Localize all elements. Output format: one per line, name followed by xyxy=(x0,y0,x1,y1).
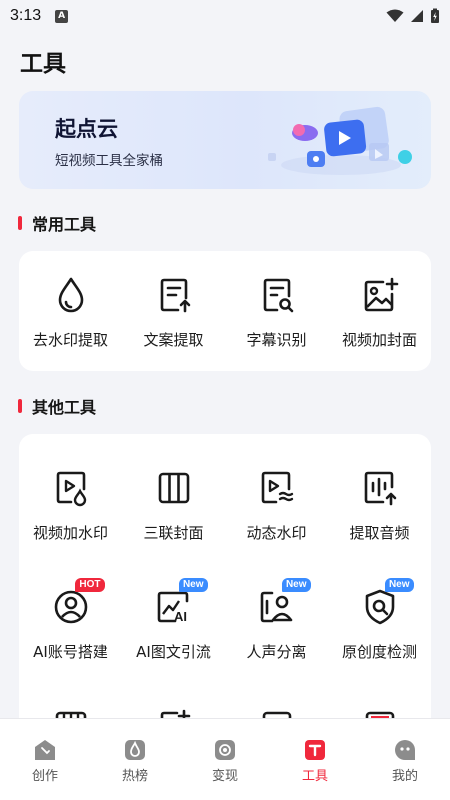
section-marker xyxy=(18,216,22,230)
video-wave-icon xyxy=(257,468,297,508)
signal-icon xyxy=(411,10,423,22)
tool-label: 提取音频 xyxy=(349,524,410,542)
tab-label: 创作 xyxy=(31,769,58,784)
status-time: 3:13 xyxy=(10,7,42,24)
tool-extract-audio[interactable]: 提取音频 xyxy=(328,468,431,543)
section-header-other: 其他工具 xyxy=(18,394,96,418)
tool-copy-extract[interactable]: 文案提取 xyxy=(122,275,225,350)
coin-icon xyxy=(214,739,236,761)
bottom-tab-bar: 创作 热榜 变现 工具 我的 xyxy=(0,718,450,800)
voice-separate-icon: New xyxy=(257,578,311,627)
shield-search-icon: New xyxy=(360,578,414,627)
promo-banner[interactable]: 起点云 短视频工具全家桶 xyxy=(19,91,431,189)
tool-label: AI图文引流 xyxy=(136,643,211,661)
tool-label: 字幕识别 xyxy=(246,331,307,349)
account-icon: HOT xyxy=(51,578,105,627)
ai-chart-icon: AI New xyxy=(154,578,208,627)
tab-profile[interactable]: 我的 xyxy=(360,719,450,800)
tool-label: 原创度检测 xyxy=(341,643,417,661)
tool-label: AI账号搭建 xyxy=(33,643,108,661)
tool-label: 文案提取 xyxy=(143,331,204,349)
tools-icon xyxy=(304,739,326,761)
tool-label: 视频加封面 xyxy=(341,331,417,349)
new-tag: New xyxy=(384,578,414,592)
new-tag: New xyxy=(281,578,311,592)
droplet-icon xyxy=(51,275,91,315)
tool-label: 动态水印 xyxy=(246,524,307,542)
tool-originality-check[interactable]: New 原创度检测 xyxy=(328,578,431,662)
section-title-common: 常用工具 xyxy=(32,215,97,234)
tool-label: 人声分离 xyxy=(246,643,307,661)
svg-text:AI: AI xyxy=(174,609,187,624)
page-title: 工具 xyxy=(20,51,66,77)
tool-dynamic-watermark[interactable]: 动态水印 xyxy=(225,468,328,543)
tool-triptych-cover[interactable]: 三联封面 xyxy=(122,468,225,543)
profile-icon xyxy=(394,739,416,761)
other-tools-card: 视频加水印 三联封面 动态水印 提取音频 HOT AI账号搭建 AI New A… xyxy=(19,434,431,734)
video-droplet-icon xyxy=(51,468,91,508)
document-search-icon xyxy=(257,275,297,315)
notification-icon: A xyxy=(55,9,69,23)
wifi-icon xyxy=(386,9,404,22)
tool-subtitle-recognition[interactable]: 字幕识别 xyxy=(225,275,328,350)
common-tools-card: 去水印提取 文案提取 字幕识别 视频加封面 xyxy=(19,251,431,371)
tab-label: 工具 xyxy=(301,769,328,784)
section-title-other: 其他工具 xyxy=(32,398,97,417)
banner-subtitle: 短视频工具全家桶 xyxy=(55,153,163,169)
audio-extract-icon xyxy=(360,468,400,508)
triptych-icon xyxy=(154,468,194,508)
image-add-icon xyxy=(360,275,400,315)
tab-create[interactable]: 创作 xyxy=(0,719,90,800)
document-upload-icon xyxy=(154,275,194,315)
tab-monetize[interactable]: 变现 xyxy=(180,719,270,800)
banner-title: 起点云 xyxy=(55,117,118,141)
tool-ai-image-text[interactable]: AI New AI图文引流 xyxy=(122,578,225,662)
tab-label: 我的 xyxy=(391,769,418,784)
tool-add-cover[interactable]: 视频加封面 xyxy=(328,275,431,350)
tab-label: 变现 xyxy=(211,769,238,784)
battery-icon xyxy=(431,8,439,23)
tool-video-watermark[interactable]: 视频加水印 xyxy=(19,468,122,543)
new-tag: New xyxy=(178,578,208,592)
tool-voice-separation[interactable]: New 人声分离 xyxy=(225,578,328,662)
section-header-common: 常用工具 xyxy=(18,211,96,235)
tab-tools[interactable]: 工具 xyxy=(270,719,360,800)
tool-label: 视频加水印 xyxy=(32,524,108,542)
create-icon xyxy=(34,739,56,761)
tool-label: 三联封面 xyxy=(143,524,204,542)
section-marker xyxy=(18,399,22,413)
tool-ai-account[interactable]: HOT AI账号搭建 xyxy=(19,578,122,662)
tab-trending[interactable]: 热榜 xyxy=(90,719,180,800)
tool-remove-watermark[interactable]: 去水印提取 xyxy=(19,275,122,350)
tool-label: 去水印提取 xyxy=(32,331,108,349)
banner-illustration xyxy=(268,106,412,175)
flame-icon xyxy=(124,739,146,761)
tab-label: 热榜 xyxy=(121,769,148,784)
hot-tag: HOT xyxy=(75,578,105,592)
status-bar: 3:13 A xyxy=(0,0,450,32)
